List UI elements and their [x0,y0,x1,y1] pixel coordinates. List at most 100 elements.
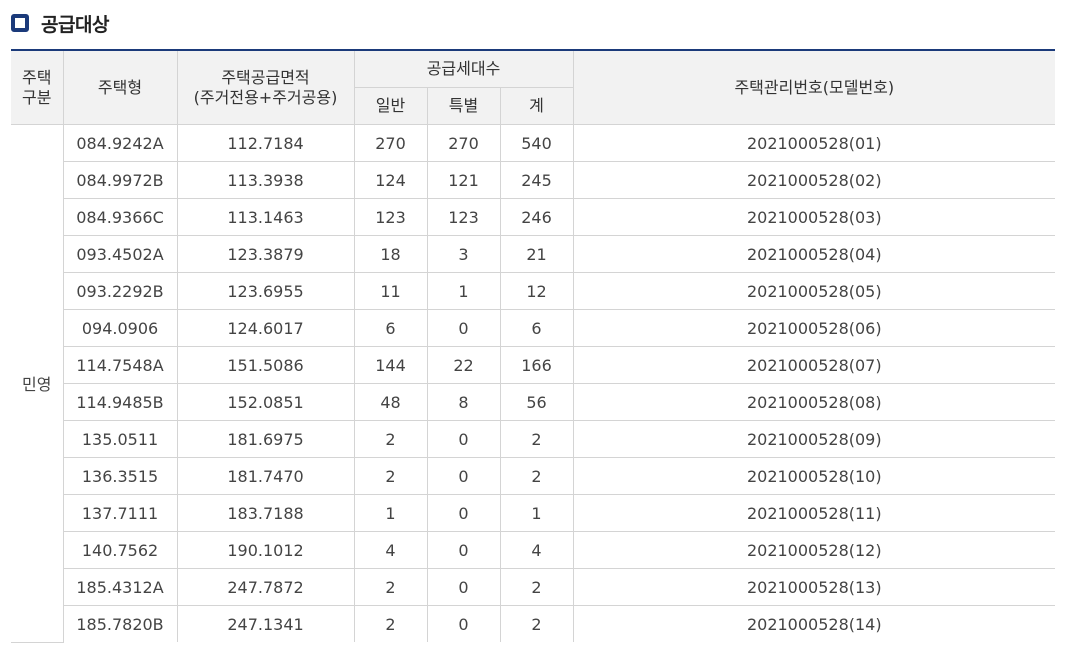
header-households: 공급세대수 [353,49,574,88]
cell-model: 2021000528(08) [572,383,1056,421]
cell-total: 2 [499,420,574,458]
cell-type: 084.9972B [63,161,178,199]
cell-special: 8 [426,383,501,421]
cell-model: 2021000528(11) [572,494,1056,532]
cell-general: 123 [353,198,428,236]
cell-area: 113.1463 [176,198,355,236]
cell-special: 0 [426,531,501,569]
table-body: 민영 084.9242A 112.7184 270 270 540 2021000528(0… [11,124,1056,643]
table-row: 140.7562 190.1012 4 0 4 2021000528(12) [11,531,1056,569]
cell-total: 2 [499,457,574,495]
table-row: 137.7111 183.7188 1 0 1 2021000528(11) [11,494,1056,532]
cell-general: 144 [353,346,428,384]
cell-area: 190.1012 [176,531,355,569]
table-row: 114.9485B 152.0851 48 8 56 2021000528(08) [11,383,1056,421]
cell-type: 135.0511 [63,420,178,458]
cell-area: 112.7184 [176,124,355,162]
cell-special: 22 [426,346,501,384]
cell-model: 2021000528(14) [572,605,1056,642]
table-row: 093.4502A 123.3879 18 3 21 2021000528(04) [11,235,1056,273]
header-special: 특별 [426,87,501,125]
cell-model: 2021000528(05) [572,272,1056,310]
table-row: 093.2292B 123.6955 11 1 12 2021000528(05) [11,272,1056,310]
header-total: 계 [499,87,574,125]
cell-general: 2 [353,605,428,642]
cell-model: 2021000528(07) [572,346,1056,384]
cell-total: 540 [499,124,574,162]
cell-total: 246 [499,198,574,236]
cell-area: 123.3879 [176,235,355,273]
table-row: 185.7820B 247.1341 2 0 2 2021000528(14) [11,605,1056,642]
cell-total: 2 [499,568,574,606]
cell-total: 4 [499,531,574,569]
cell-special: 0 [426,568,501,606]
cell-special: 270 [426,124,501,162]
cell-model: 2021000528(04) [572,235,1056,273]
cell-general: 18 [353,235,428,273]
cell-model: 2021000528(02) [572,161,1056,199]
cell-general: 2 [353,457,428,495]
cell-general: 124 [353,161,428,199]
cell-total: 21 [499,235,574,273]
header-general: 일반 [354,87,428,125]
table-row: 084.9972B 113.3938 124 121 245 2021000528(02) [11,161,1056,199]
cell-special: 123 [426,198,501,236]
cell-general: 2 [353,568,428,606]
cell-type: 114.9485B [63,383,178,421]
table-row: 민영 084.9242A 112.7184 270 270 540 2021000528(0… [11,124,1056,643]
cell-area: 247.1341 [176,605,355,642]
supply-table-container: 주택 구분 주택형 주택공급면적 (주거전용+주거공용) 공급세대수 주택관리번… [11,49,1056,643]
cell-special: 0 [426,309,501,347]
cell-type: 140.7562 [63,531,178,569]
cell-area: 151.5086 [176,346,355,384]
cell-model: 2021000528(10) [572,457,1056,495]
table-header-row: 주택 구분 주택형 주택공급면적 (주거전용+주거공용) 공급세대수 주택관리번… [11,49,1056,125]
cell-type: 084.9366C [63,198,178,236]
cell-general: 48 [353,383,428,421]
cell-type: 094.0906 [63,309,178,347]
square-bullet-icon [11,14,29,32]
cell-model: 2021000528(01) [572,124,1056,162]
cell-special: 121 [426,161,501,199]
cell-total: 56 [499,383,574,421]
cell-total: 6 [499,309,574,347]
cell-model: 2021000528(13) [572,568,1056,606]
cell-total: 12 [499,272,574,310]
cell-general: 11 [353,272,428,310]
table-row: 136.3515 181.7470 2 0 2 2021000528(10) [11,457,1056,495]
cell-area: 152.0851 [176,383,355,421]
table-row: 135.0511 181.6975 2 0 2 2021000528(09) [11,420,1056,458]
cell-general: 2 [353,420,428,458]
cell-type: 093.4502A [63,235,178,273]
cell-general: 1 [353,494,428,532]
cell-general: 6 [353,309,428,347]
header-category: 주택 구분 [11,49,64,125]
cell-type: 084.9242A [62,124,178,162]
cell-model: 2021000528(12) [572,531,1056,569]
cell-special: 0 [426,420,501,458]
section-title: 공급대상 [41,13,109,36]
supply-table: 주택 구분 주택형 주택공급면적 (주거전용+주거공용) 공급세대수 주택관리번… [11,49,1056,643]
cell-category: 민영 [11,124,64,643]
cell-special: 0 [426,605,501,642]
cell-total: 166 [499,346,574,384]
cell-model: 2021000528(09) [572,420,1056,458]
cell-type: 185.7820B [63,605,178,642]
cell-special: 0 [426,457,501,495]
cell-area: 181.7470 [176,457,355,495]
header-area: 주택공급면적 (주거전용+주거공용) [176,49,355,125]
cell-type: 137.7111 [63,494,178,532]
cell-special: 1 [426,272,501,310]
cell-general: 4 [353,531,428,569]
cell-total: 2 [499,605,574,642]
cell-area: 113.3938 [176,161,355,199]
cell-area: 123.6955 [176,272,355,310]
cell-type: 093.2292B [63,272,178,310]
cell-area: 183.7188 [176,494,355,532]
cell-total: 1 [499,494,574,532]
cell-type: 136.3515 [63,457,178,495]
table-row: 094.0906 124.6017 6 0 6 2021000528(06) [11,309,1056,347]
cell-area: 247.7872 [176,568,355,606]
cell-special: 3 [426,235,501,273]
table-row: 084.9366C 113.1463 123 123 246 2021000528(03) [11,198,1056,236]
